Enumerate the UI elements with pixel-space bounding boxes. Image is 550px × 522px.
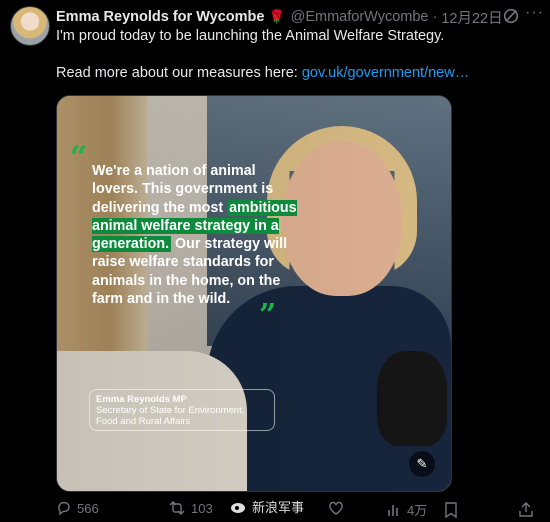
reply-button[interactable]: 566 [56,500,99,516]
link-prefix: Read more about our measures here: [56,65,302,81]
author-name[interactable]: Emma Reynolds for Wycombe [56,9,264,25]
tweet-header: Emma Reynolds for Wycombe 🌹 @EmmaforWyco… [56,7,540,27]
tweet-image[interactable]: “ We're a nation of animal lovers. This … [56,95,452,492]
attribution-name: Emma Reynolds MP [96,394,187,405]
attribution-title: Secretary of State for Environment, Food… [96,405,245,427]
views-button[interactable]: 4万 [386,500,427,519]
author-handle[interactable]: @EmmaforWycombe [291,9,429,25]
repost-count: 103 [191,500,213,516]
quote-open-mark: “ [70,140,88,175]
share-icon[interactable] [518,502,534,518]
bookmark-icon[interactable] [444,502,458,518]
like-icon [329,501,343,515]
tweet-text-link-line: Read more about our measures here: gov.u… [56,65,469,81]
avatar[interactable] [10,6,50,46]
watermark: 新浪军事 [230,497,304,516]
reply-icon [58,501,70,516]
reply-count: 566 [77,500,99,516]
tweet-date[interactable]: 12月22日 [441,7,502,28]
repost-icon [169,501,185,515]
more-icon[interactable]: ··· [525,4,544,22]
repost-button[interactable]: 103 [168,500,213,516]
weibo-icon [231,502,245,513]
separator: · [432,9,438,25]
alt-text-icon[interactable]: ✎ [409,451,435,477]
tweet-link[interactable]: gov.uk/government/new… [302,65,469,81]
attribution-box: Emma Reynolds MP Secretary of State for … [89,389,275,431]
rose-icon: 🌹 [268,9,285,24]
watermark-text: 新浪军事 [252,500,305,515]
quote-text: We're a nation of animal lovers. This go… [92,162,302,308]
grok-icon[interactable] [502,7,520,25]
quote-close-mark: ” [259,298,277,333]
views-count: 4万 [407,503,428,518]
views-icon [388,504,398,516]
tweet-text: I'm proud today to be launching the Anim… [56,28,445,44]
like-button[interactable] [328,500,349,516]
